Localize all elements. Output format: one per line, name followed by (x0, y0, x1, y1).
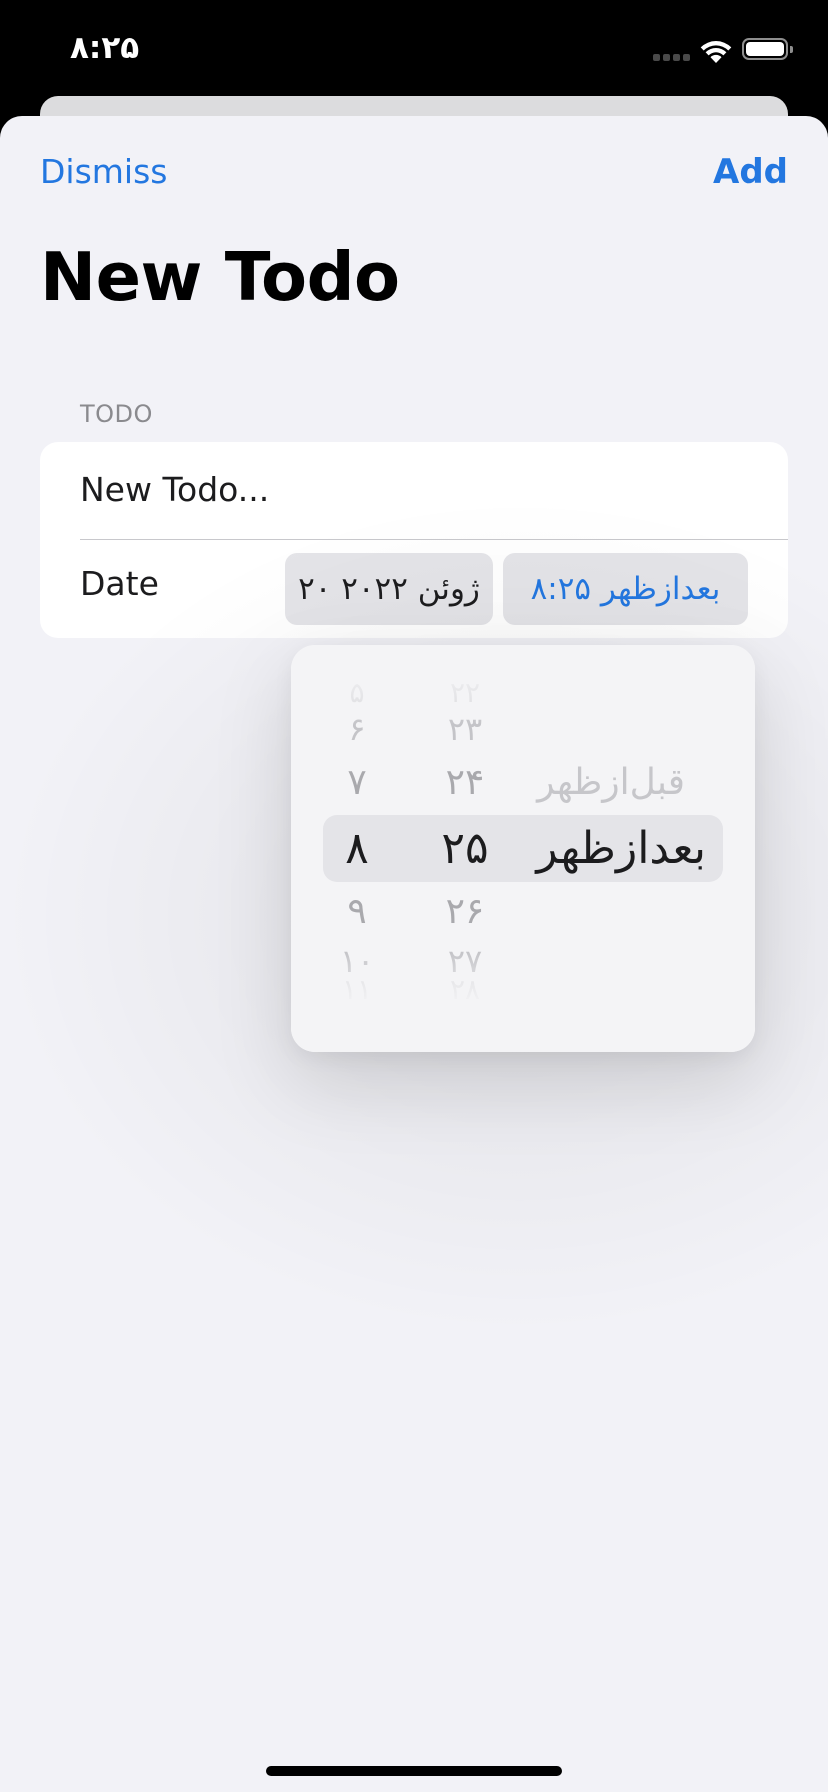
period-selected-pm[interactable]: بعدازظهر (536, 815, 706, 882)
minute-option[interactable]: ۲۶ (405, 890, 525, 934)
period-wheel[interactable]: قبل‌ازظهر بعدازظهر (525, 645, 731, 1052)
hour-option[interactable]: ۷ (317, 761, 397, 805)
dismiss-button[interactable]: Dismiss (40, 152, 167, 191)
todo-title-input[interactable] (80, 462, 760, 516)
hour-option[interactable]: ۱۰ (317, 943, 397, 979)
minute-selected[interactable]: ۲۵ (405, 815, 525, 882)
todo-form-card: Date ۲۰ ژوئن ۲۰۲۲ ۸:۲۵ بعدازظهر (40, 442, 788, 638)
time-picker-button[interactable]: ۸:۲۵ بعدازظهر (503, 553, 748, 625)
section-header-todo: TODO (80, 400, 153, 428)
minute-wheel[interactable]: ۲۲ ۲۳ ۲۴ ۲۵ ۲۶ ۲۷ ۲۸ (405, 645, 525, 1052)
period-option-am[interactable]: قبل‌ازظهر (537, 761, 685, 805)
status-time: ۸:۲۵ (70, 30, 140, 66)
hour-option[interactable]: ۹ (317, 890, 397, 934)
hour-selected[interactable]: ۸ (317, 815, 397, 882)
minute-option[interactable]: ۲۳ (405, 711, 525, 747)
hour-option[interactable]: ۵ (317, 681, 397, 705)
time-wheel-popover: ۵ ۶ ۷ ۸ ۹ ۱۰ ۱۱ ۲۲ ۲۳ ۲۴ ۲۵ ۲۶ ۲۷ ۲۸ قبل… (291, 645, 755, 1052)
home-indicator[interactable] (266, 1766, 562, 1776)
minute-option[interactable]: ۲۲ (405, 681, 525, 705)
battery-icon (742, 38, 793, 60)
status-bar: ۸:۲۵ (0, 0, 828, 96)
row-divider (80, 539, 788, 540)
page-title: New Todo (40, 238, 400, 316)
hour-wheel[interactable]: ۵ ۶ ۷ ۸ ۹ ۱۰ ۱۱ (317, 645, 397, 1052)
date-label: Date (80, 564, 159, 603)
cellular-signal-icon (653, 54, 691, 61)
minute-option[interactable]: ۲۴ (405, 761, 525, 805)
minute-option[interactable]: ۲۸ (405, 979, 525, 1001)
hour-option[interactable]: ۱۱ (317, 979, 397, 1001)
wifi-icon (700, 41, 732, 63)
hour-option[interactable]: ۶ (317, 711, 397, 747)
minute-option[interactable]: ۲۷ (405, 943, 525, 979)
add-button[interactable]: Add (713, 152, 788, 192)
date-picker-button[interactable]: ۲۰ ژوئن ۲۰۲۲ (285, 553, 493, 625)
